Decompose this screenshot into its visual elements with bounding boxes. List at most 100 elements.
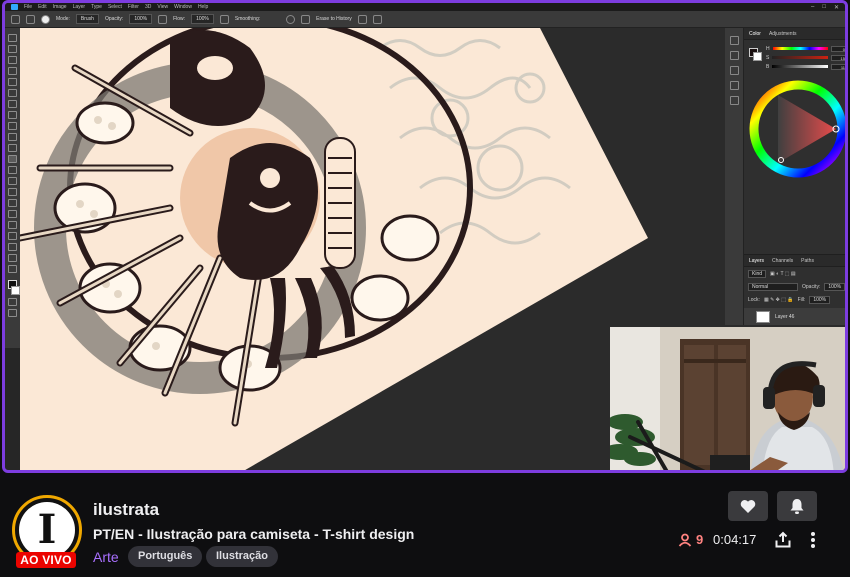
tag-portugues[interactable]: Português bbox=[128, 546, 203, 567]
layer-name: Layer 46 bbox=[775, 314, 795, 320]
saturation-slider: S 15 bbox=[766, 54, 845, 61]
brightness-value: 11 bbox=[831, 63, 845, 70]
share-button[interactable] bbox=[772, 529, 794, 551]
share-icon bbox=[775, 531, 791, 548]
stream-title: PT/EN - Ilustração para camiseta - T-shi… bbox=[93, 526, 415, 542]
healing-brush-icon bbox=[8, 111, 17, 119]
person-icon bbox=[678, 533, 692, 547]
checkbox-icon bbox=[301, 14, 311, 24]
pressure-opacity-icon bbox=[158, 14, 168, 24]
tab-adjustments: Adjustments bbox=[768, 30, 797, 37]
avatar-logo: I bbox=[19, 502, 75, 558]
channel-name[interactable]: ilustrata bbox=[93, 500, 159, 520]
history-brush-icon bbox=[8, 144, 17, 152]
home-icon bbox=[11, 14, 20, 24]
ps-menu-file: File bbox=[24, 4, 33, 10]
tab-color: Color bbox=[749, 30, 761, 37]
minimize-icon: – bbox=[811, 3, 815, 10]
viewer-count-value: 9 bbox=[696, 532, 704, 547]
bell-icon bbox=[790, 498, 804, 514]
ps-menu-type: Type bbox=[91, 4, 102, 10]
color-panel-tabs: Color Adjustments bbox=[744, 28, 845, 40]
gear-icon bbox=[286, 14, 296, 24]
webcam-video bbox=[610, 327, 845, 470]
ps-erase-history-label: Erase to History bbox=[316, 16, 352, 22]
zoom-tool-icon bbox=[8, 254, 17, 262]
ps-window-controls: – □ ✕ bbox=[811, 4, 845, 11]
ps-opacity-field: 100% bbox=[129, 14, 153, 24]
layer-opacity-field: 100% bbox=[824, 282, 845, 291]
stream-uptime: 0:04:17 bbox=[713, 532, 757, 547]
heart-icon bbox=[740, 499, 756, 513]
character-panel-icon bbox=[729, 81, 739, 90]
ps-opacity-label: Opacity: bbox=[104, 16, 124, 22]
ps-menu-image: Image bbox=[52, 4, 67, 10]
airbrush-icon bbox=[219, 14, 229, 24]
pressure-size-icon bbox=[357, 14, 367, 24]
crop-tool-icon bbox=[8, 78, 17, 86]
type-tool-icon bbox=[8, 210, 17, 218]
category-link[interactable]: Arte bbox=[93, 549, 119, 565]
dodge-tool-icon bbox=[8, 188, 17, 196]
viewer-count: 9 bbox=[678, 532, 703, 547]
ps-menu-3d: 3D bbox=[144, 4, 152, 10]
layers-blend-row: Normal Opacity: 100% bbox=[744, 280, 845, 293]
tab-paths: Paths bbox=[801, 257, 814, 264]
layers-filter-row: Kind ▣ ◐ T ⬚ ▤ bbox=[744, 267, 845, 280]
follow-button[interactable] bbox=[728, 491, 768, 521]
ps-mode-label: Mode: bbox=[56, 16, 70, 22]
hue-value: 0 bbox=[831, 45, 845, 52]
color-wheel bbox=[749, 80, 845, 178]
notification-button[interactable] bbox=[777, 491, 817, 521]
move-tool-icon bbox=[8, 34, 17, 42]
layer-thumbnail bbox=[756, 311, 770, 323]
symmetry-icon bbox=[372, 14, 382, 24]
ps-options-bar: Mode: Brush Opacity: 100% Flow: 100% Smo… bbox=[5, 11, 845, 28]
ps-menu-select: Select bbox=[107, 4, 122, 10]
ps-menu-filter: Filter bbox=[127, 4, 139, 10]
eraser-icon bbox=[8, 155, 17, 163]
ps-menu-window: Window bbox=[174, 4, 192, 10]
properties-panel-icon bbox=[729, 51, 739, 60]
live-badge: AO VIVO bbox=[16, 552, 76, 568]
ps-flow-label: Flow: bbox=[173, 16, 186, 22]
video-player[interactable]: File Edit Image Layer Type Select Filter… bbox=[0, 0, 850, 474]
marquee-tool-icon bbox=[8, 45, 17, 53]
brush-tool-icon bbox=[8, 122, 17, 130]
hsb-sliders: H 0 S 15 B 11 bbox=[762, 40, 845, 71]
brush-preset-icon bbox=[41, 14, 50, 24]
more-options-button[interactable] bbox=[802, 529, 824, 551]
gradient-tool-icon bbox=[8, 166, 17, 174]
layers-lock-row: Lock: ▦ ✎ ✥ ⬚ 🔒 Fill: 100% bbox=[744, 293, 845, 306]
video-frame[interactable]: File Edit Image Layer Type Select Filter… bbox=[2, 0, 848, 473]
webcam-overlay bbox=[608, 325, 845, 470]
paragraph-panel-icon bbox=[729, 96, 739, 105]
screen-mode-icon bbox=[8, 309, 17, 317]
tag-ilustracao[interactable]: Ilustração bbox=[206, 546, 278, 567]
ps-menubar: File Edit Image Layer Type Select Filter… bbox=[5, 3, 845, 11]
filter-icons: ▣ ◐ T ⬚ ▤ bbox=[770, 270, 796, 277]
hue-slider: H 0 bbox=[766, 45, 845, 52]
close-icon: ✕ bbox=[833, 4, 839, 11]
path-select-icon bbox=[8, 221, 17, 229]
color-panel-swatches bbox=[749, 48, 762, 61]
history-panel-icon bbox=[729, 36, 739, 45]
layer-kind-filter: Kind bbox=[748, 269, 767, 278]
pen-tool-icon bbox=[8, 199, 17, 207]
ps-toolbar bbox=[5, 28, 20, 348]
lasso-tool-icon bbox=[8, 56, 17, 64]
avatar-letter: I bbox=[37, 506, 57, 553]
brushes-panel-icon bbox=[729, 66, 739, 75]
layer-item: Layer 46 bbox=[744, 308, 845, 326]
more-vertical-icon bbox=[811, 532, 815, 548]
layers-panel-tabs: Layers Channels Paths bbox=[744, 255, 845, 267]
ps-mode-select: Brush bbox=[75, 14, 99, 24]
shape-tool-icon bbox=[8, 232, 17, 240]
magic-wand-icon bbox=[8, 67, 17, 75]
tab-layers: Layers bbox=[749, 257, 765, 264]
blend-mode-select: Normal bbox=[748, 282, 798, 291]
more-tools-icon bbox=[8, 265, 17, 273]
lock-label: Lock: bbox=[748, 296, 760, 303]
eraser-tool-icon bbox=[26, 14, 35, 24]
stream-info-bar: I AO VIVO ilustrata PT/EN - Ilustração p… bbox=[0, 474, 850, 577]
